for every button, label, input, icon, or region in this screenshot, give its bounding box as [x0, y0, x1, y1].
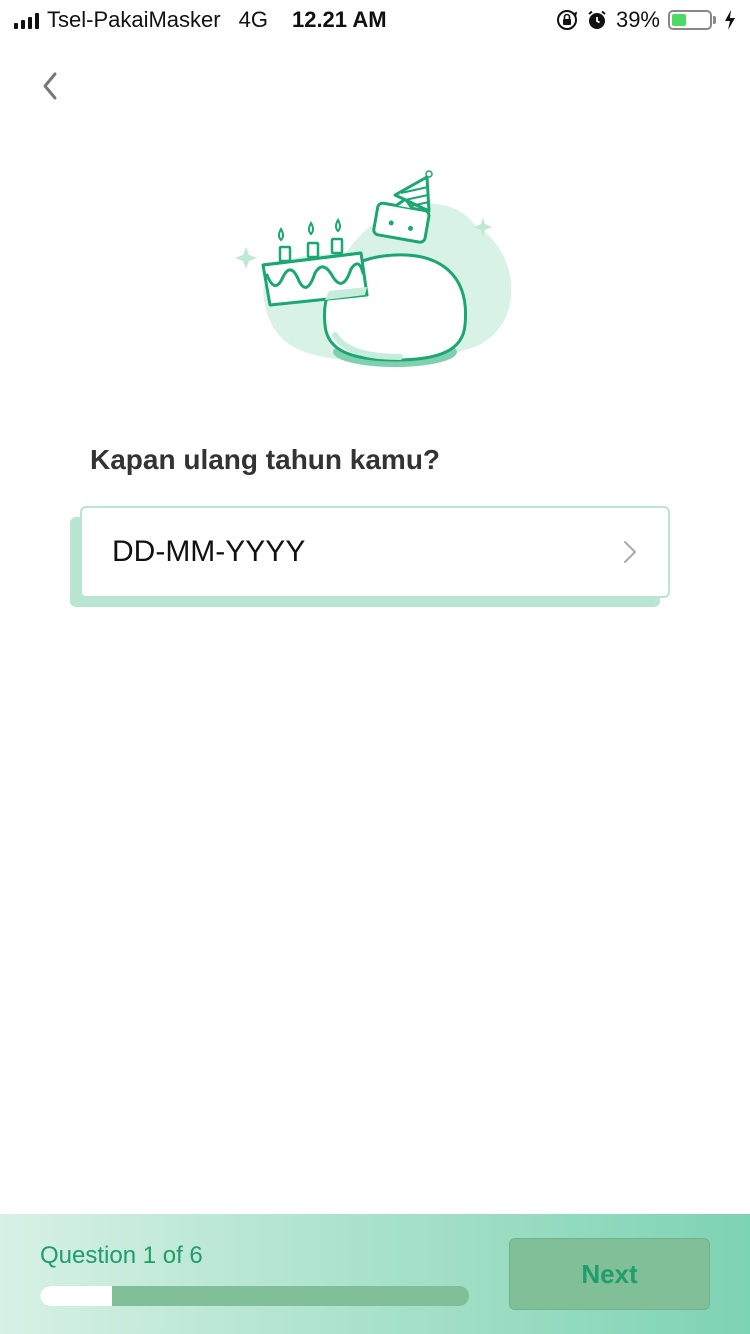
next-button[interactable]: Next	[509, 1238, 710, 1310]
date-placeholder: DD-MM-YYYY	[112, 535, 306, 568]
battery-icon	[668, 10, 716, 30]
battery-percent: 39%	[615, 7, 660, 32]
chevron-right-icon	[622, 538, 638, 566]
footer-bar: Question 1 of 6 Next	[0, 1214, 750, 1334]
progress-label: Question 1 of 6	[40, 1242, 203, 1269]
alarm-icon	[586, 9, 608, 31]
back-button[interactable]	[30, 66, 70, 106]
birthday-date-field[interactable]: DD-MM-YYYY	[80, 506, 670, 598]
status-time: 12.21 AM	[291, 7, 387, 32]
carrier-name: Tsel-PakaiMasker	[47, 7, 221, 32]
progress-bar	[40, 1286, 469, 1306]
chevron-left-icon	[43, 72, 57, 100]
progress-fill	[40, 1286, 112, 1306]
orientation-lock-icon	[556, 9, 578, 31]
question-title: Kapan ulang tahun kamu?	[90, 444, 441, 475]
network-type: 4G	[238, 7, 268, 32]
status-bar: Tsel-PakaiMasker 4G 12.21 AM 39%	[0, 0, 750, 40]
charging-icon	[724, 10, 736, 30]
birthday-cake-illustration	[225, 165, 525, 380]
signal-icon	[14, 13, 39, 29]
